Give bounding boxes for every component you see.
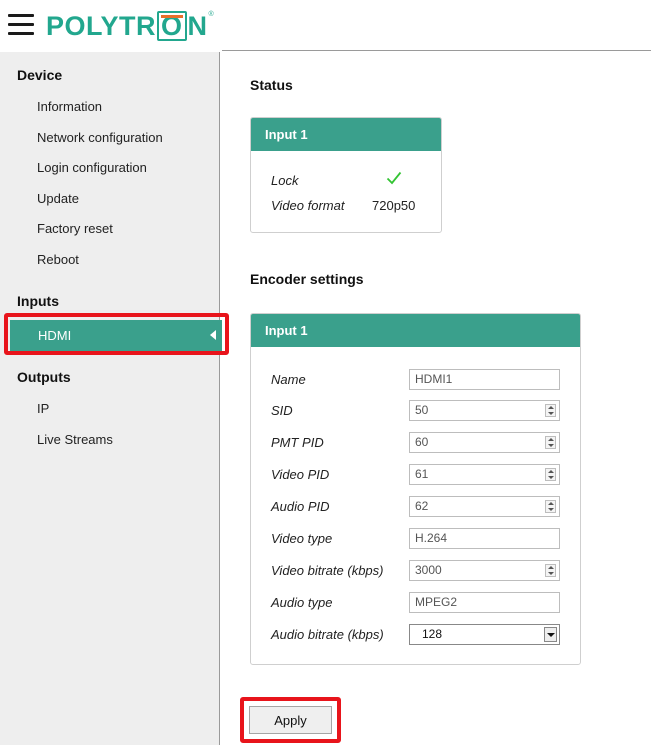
video-bitrate-label: Video bitrate (kbps) [271,563,384,578]
spinner-arrows-icon[interactable] [545,436,556,449]
audio-pid-label: Audio PID [271,499,330,514]
encoder-settings-title: Encoder settings [250,271,364,287]
sidebar-item-login-configuration[interactable]: Login configuration [37,160,147,175]
audio-bitrate-value: 128 [422,627,443,641]
sidebar-item-update[interactable]: Update [37,191,79,206]
status-card-title: Input 1 [251,118,441,151]
spinner-arrows-icon[interactable] [545,404,556,417]
audio-bitrate-label: Audio bitrate (kbps) [271,627,384,642]
sidebar-heading-device: Device [17,67,63,83]
header-divider [222,50,651,51]
caret-left-icon [210,330,216,340]
pmt-pid-stepper[interactable]: 60 [409,432,560,453]
chevron-down-icon[interactable] [544,627,557,642]
encoder-card-title: Input 1 [251,314,580,347]
video-bitrate-stepper[interactable]: 3000 [409,560,560,581]
video-bitrate-value: 3000 [415,563,442,577]
apply-button[interactable]: Apply [249,706,332,734]
sidebar-item-ip[interactable]: IP [37,401,49,416]
audio-type-label: Audio type [271,595,333,610]
sidebar-item-information[interactable]: Information [37,99,102,114]
audio-pid-value: 62 [415,499,429,513]
hamburger-menu-icon[interactable] [8,14,34,36]
video-format-value: 720p50 [372,198,416,213]
pmt-pid-label: PMT PID [271,435,324,450]
sid-stepper[interactable]: 50 [409,400,560,421]
video-pid-value: 61 [415,467,429,481]
sid-label: SID [271,403,293,418]
encoder-card: Input 1 Name HDMI1 SID 50 PMT PID 60 Vid… [250,313,581,665]
spinner-arrows-icon[interactable] [545,500,556,513]
video-format-label: Video format [271,198,345,213]
sidebar-item-reboot[interactable]: Reboot [37,252,79,267]
sidebar-item-factory-reset[interactable]: Factory reset [37,221,113,236]
audio-bitrate-select[interactable]: 128 [409,624,560,645]
status-title: Status [250,77,293,93]
pmt-pid-value: 60 [415,435,429,449]
video-type-field[interactable]: H.264 [409,528,560,549]
header: POLYTR O N ® [0,0,651,52]
video-type-label: Video type [271,531,333,546]
spinner-arrows-icon[interactable] [545,468,556,481]
sidebar-item-network-configuration[interactable]: Network configuration [37,130,163,145]
video-pid-stepper[interactable]: 61 [409,464,560,485]
lock-label: Lock [271,173,299,188]
sidebar-item-hdmi[interactable]: HDMI [10,320,222,351]
polytron-logo: POLYTR O N ® [46,11,215,41]
checkmark-icon [386,171,402,185]
name-field[interactable]: HDMI1 [409,369,560,390]
audio-pid-stepper[interactable]: 62 [409,496,560,517]
sidebar-heading-inputs: Inputs [17,293,59,309]
name-label: Name [271,372,306,387]
sid-value: 50 [415,403,429,417]
sidebar-item-hdmi-label: HDMI [38,328,72,343]
sidebar-item-live-streams[interactable]: Live Streams [37,432,113,447]
sidebar-heading-outputs: Outputs [17,369,71,385]
spinner-arrows-icon[interactable] [545,564,556,577]
audio-type-field[interactable]: MPEG2 [409,592,560,613]
sidebar: Device Information Network configuration… [0,52,220,745]
status-card: Input 1 Lock Video format 720p50 [250,117,442,233]
video-pid-label: Video PID [271,467,330,482]
